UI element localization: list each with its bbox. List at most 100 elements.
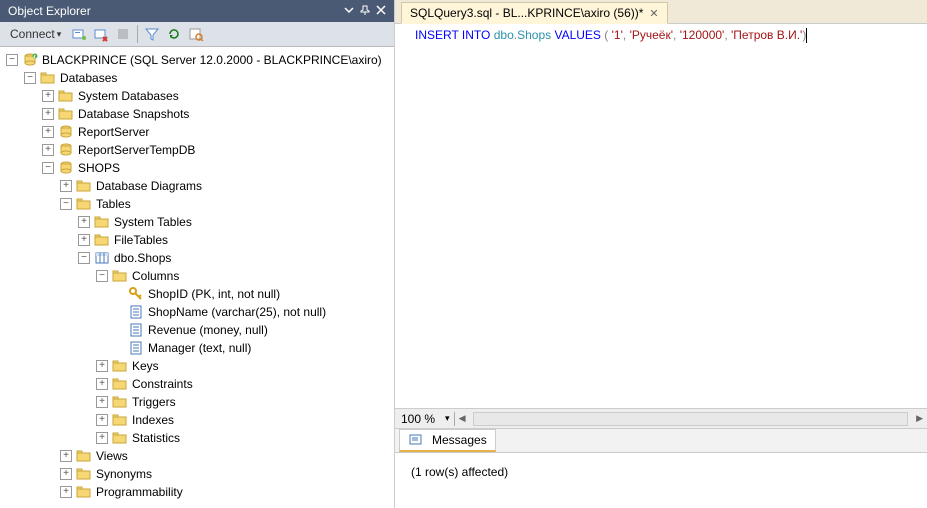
expander-icon[interactable]: + — [96, 378, 108, 390]
chevron-down-icon[interactable]: ▾ — [441, 413, 454, 424]
table-icon — [94, 250, 110, 266]
system-tables-node[interactable]: + System Tables — [0, 213, 394, 231]
database-diagrams-node[interactable]: + Database Diagrams — [0, 177, 394, 195]
connect-icon[interactable] — [71, 26, 87, 42]
folder-icon — [94, 214, 110, 230]
column-icon — [128, 322, 144, 338]
column-shopid-node[interactable]: ShopID (PK, int, not null) — [0, 285, 394, 303]
programmability-node[interactable]: + Programmability — [0, 483, 394, 501]
folder-icon — [40, 70, 56, 86]
folder-icon — [58, 88, 74, 104]
column-revenue-node[interactable]: Revenue (money, null) — [0, 321, 394, 339]
messages-icon — [408, 432, 424, 448]
stop-icon[interactable] — [115, 26, 131, 42]
horizontal-scrollbar[interactable] — [473, 412, 908, 426]
close-icon[interactable] — [376, 4, 386, 18]
close-icon[interactable]: ✕ — [649, 7, 658, 20]
expander-icon[interactable]: + — [78, 216, 90, 228]
messages-body[interactable]: (1 row(s) affected) — [395, 452, 927, 508]
folder-icon — [112, 430, 128, 446]
expander-icon[interactable]: + — [96, 414, 108, 426]
editor-tab[interactable]: SQLQuery3.sql - BL...KPRINCE\axiro (56))… — [401, 2, 668, 24]
folder-icon — [112, 412, 128, 428]
editor-tabbar: SQLQuery3.sql - BL...KPRINCE\axiro (56))… — [395, 0, 927, 24]
expander-icon[interactable]: − — [6, 54, 18, 66]
disconnect-icon[interactable] — [93, 26, 109, 42]
columns-node[interactable]: − Columns — [0, 267, 394, 285]
server-icon — [22, 52, 38, 68]
folder-icon — [112, 376, 128, 392]
zoom-value[interactable]: 100 % — [395, 412, 441, 426]
shops-db-node[interactable]: − SHOPS — [0, 159, 394, 177]
column-manager-node[interactable]: Manager (text, null) — [0, 339, 394, 357]
column-icon — [128, 340, 144, 356]
expander-icon[interactable]: − — [60, 198, 72, 210]
editor-pane: SQLQuery3.sql - BL...KPRINCE\axiro (56))… — [395, 0, 927, 508]
object-explorer-panel: Object Explorer Connect − BLACKPRINCE (S… — [0, 0, 395, 508]
indexes-node[interactable]: + Indexes — [0, 411, 394, 429]
window-position-icon[interactable] — [344, 4, 354, 18]
databases-label: Databases — [60, 71, 117, 85]
views-node[interactable]: + Views — [0, 447, 394, 465]
messages-tab[interactable]: Messages — [399, 429, 496, 452]
expander-icon[interactable]: − — [42, 162, 54, 174]
expander-icon[interactable]: + — [96, 432, 108, 444]
statistics-node[interactable]: + Statistics — [0, 429, 394, 447]
column-shopname-node[interactable]: ShopName (varchar(25), not null) — [0, 303, 394, 321]
expander-icon[interactable]: + — [42, 144, 54, 156]
dbo-shops-node[interactable]: − dbo.Shops — [0, 249, 394, 267]
server-label: BLACKPRINCE (SQL Server 12.0.2000 - BLAC… — [42, 53, 382, 67]
expander-icon[interactable]: + — [78, 234, 90, 246]
object-explorer-tree[interactable]: − BLACKPRINCE (SQL Server 12.0.2000 - BL… — [0, 47, 394, 508]
folder-icon — [76, 196, 92, 212]
expander-icon[interactable]: + — [96, 360, 108, 372]
scroll-left-icon[interactable]: ◀ — [455, 413, 470, 424]
triggers-node[interactable]: + Triggers — [0, 393, 394, 411]
sql-editor[interactable]: INSERT INTO dbo.Shops VALUES ( '1', 'Руч… — [395, 24, 927, 408]
expander-icon[interactable]: + — [60, 486, 72, 498]
filetables-node[interactable]: + FileTables — [0, 231, 394, 249]
keys-node[interactable]: + Keys — [0, 357, 394, 375]
reportserver-node[interactable]: + ReportServer — [0, 123, 394, 141]
folder-icon — [58, 106, 74, 122]
filter-icon[interactable] — [144, 26, 160, 42]
database-icon — [58, 124, 74, 140]
expander-icon[interactable]: + — [60, 450, 72, 462]
object-explorer-toolbar: Connect — [0, 22, 394, 47]
expander-icon[interactable]: + — [42, 90, 54, 102]
expander-icon[interactable]: + — [42, 108, 54, 120]
connect-button[interactable]: Connect — [6, 26, 65, 42]
column-icon — [128, 304, 144, 320]
system-databases-node[interactable]: + System Databases — [0, 87, 394, 105]
server-node[interactable]: − BLACKPRINCE (SQL Server 12.0.2000 - BL… — [0, 51, 394, 69]
expander-icon[interactable]: − — [24, 72, 36, 84]
messages-tabbar: Messages — [395, 428, 927, 452]
constraints-node[interactable]: + Constraints — [0, 375, 394, 393]
expander-icon[interactable]: + — [60, 180, 72, 192]
database-snapshots-node[interactable]: + Database Snapshots — [0, 105, 394, 123]
pin-icon[interactable] — [360, 4, 370, 18]
messages-text: (1 row(s) affected) — [411, 465, 911, 479]
folder-icon — [112, 394, 128, 410]
folder-icon — [76, 466, 92, 482]
expander-icon[interactable]: − — [78, 252, 90, 264]
search-icon[interactable] — [188, 26, 204, 42]
synonyms-node[interactable]: + Synonyms — [0, 465, 394, 483]
folder-icon — [76, 178, 92, 194]
databases-node[interactable]: − Databases — [0, 69, 394, 87]
refresh-icon[interactable] — [166, 26, 182, 42]
text-cursor — [806, 28, 807, 43]
messages-tab-label: Messages — [432, 433, 487, 447]
folder-icon — [112, 268, 128, 284]
reportservertempdb-node[interactable]: + ReportServerTempDB — [0, 141, 394, 159]
toolbar-separator — [137, 25, 138, 43]
database-icon — [58, 142, 74, 158]
expander-icon[interactable]: + — [42, 126, 54, 138]
folder-icon — [76, 484, 92, 500]
database-icon — [58, 160, 74, 176]
expander-icon[interactable]: + — [96, 396, 108, 408]
expander-icon[interactable]: + — [60, 468, 72, 480]
scroll-right-icon[interactable]: ▶ — [912, 413, 927, 424]
tables-node[interactable]: − Tables — [0, 195, 394, 213]
expander-icon[interactable]: − — [96, 270, 108, 282]
